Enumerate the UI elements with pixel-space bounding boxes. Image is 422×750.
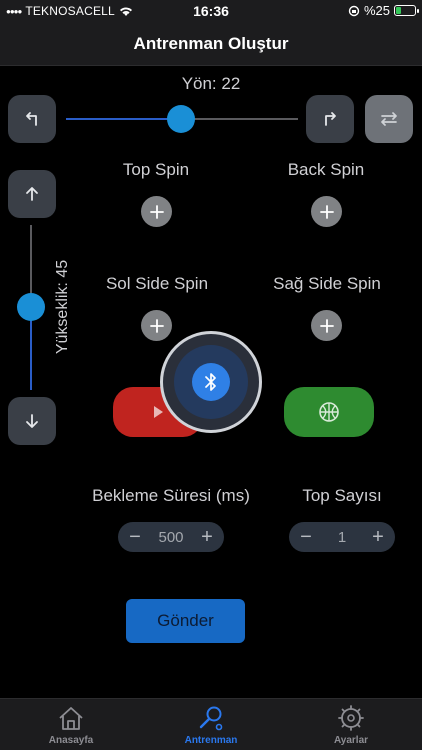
tab-settings[interactable]: Ayarlar [311,703,391,746]
ball-count-increment[interactable]: + [370,526,386,549]
direction-slider-thumb[interactable] [167,105,195,133]
orientation-lock-icon [348,5,360,16]
tab-home[interactable]: Anasayfa [31,703,111,746]
height-slider-thumb[interactable] [17,293,45,321]
height-down-button[interactable] [8,397,56,445]
wait-time-label: Bekleme Süresi (ms) [92,486,250,505]
battery-percent: %25 [363,3,390,18]
height-slider[interactable] [17,225,45,390]
plus-icon [149,204,164,219]
right-side-spin-label: Sağ Side Spin [273,274,381,293]
height-label: Yükseklik: 45 [54,259,71,355]
bluetooth-core [192,363,230,401]
status-bar: ●●●● TEKNOSACELL 16:36 %25 [0,0,422,22]
bluetooth-ring [174,345,248,419]
swap-button[interactable] [365,95,413,143]
nav-bar: Antrenman Oluştur [0,22,422,66]
swap-icon [381,112,397,126]
play-icon [154,406,163,418]
right-side-spin-add-button[interactable] [311,310,342,341]
direction-slider[interactable] [66,97,298,141]
wait-time-stepper: − 500 + [118,522,224,552]
direction-slider-track [181,118,298,120]
turn-left-button[interactable] [8,95,56,143]
turn-left-icon [26,112,37,126]
direction-slider-fill [66,118,181,120]
arrow-up-icon [26,187,38,201]
battery-status: %25 [348,3,419,18]
plus-icon [319,204,334,219]
top-spin-label: Top Spin [122,160,190,179]
settings-icon [338,705,364,731]
tab-training[interactable]: Antrenman [171,703,251,746]
turn-right-icon [325,112,336,126]
plus-icon [149,318,164,333]
tab-home-label: Anasayfa [48,735,94,746]
ball-count-stepper: − 1 + [289,522,395,552]
wait-time-value[interactable]: 500 [158,529,183,546]
back-spin-label: Back Spin [287,160,365,179]
direction-label: Yön: 22 [181,74,241,93]
battery-icon [394,5,419,16]
ball-count-label: Top Sayısı [302,486,382,505]
left-side-spin-add-button[interactable] [141,310,172,341]
height-up-button[interactable] [8,170,56,218]
ball-button[interactable] [284,387,374,437]
ball-count-value[interactable]: 1 [338,529,346,546]
tab-training-label: Antrenman [184,735,238,746]
plus-icon [319,318,334,333]
wait-time-decrement[interactable]: − [127,526,143,549]
back-spin-add-button[interactable] [311,196,342,227]
page-title: Antrenman Oluştur [133,34,289,53]
house-icon [59,707,83,730]
arrow-down-icon [26,414,38,428]
tab-bar: Anasayfa Antrenman Ayarlar [0,698,422,750]
turn-right-button[interactable] [306,95,354,143]
bluetooth-button[interactable] [160,331,262,433]
top-spin-add-button[interactable] [141,196,172,227]
send-button[interactable]: Gönder [126,599,245,643]
training-icon [199,706,223,731]
tab-settings-label: Ayarlar [333,735,369,746]
basketball-icon [319,402,339,422]
left-side-spin-label: Sol Side Spin [105,274,209,293]
ball-count-decrement[interactable]: − [298,526,314,549]
bluetooth-icon [205,373,216,391]
wait-time-increment[interactable]: + [199,526,215,549]
